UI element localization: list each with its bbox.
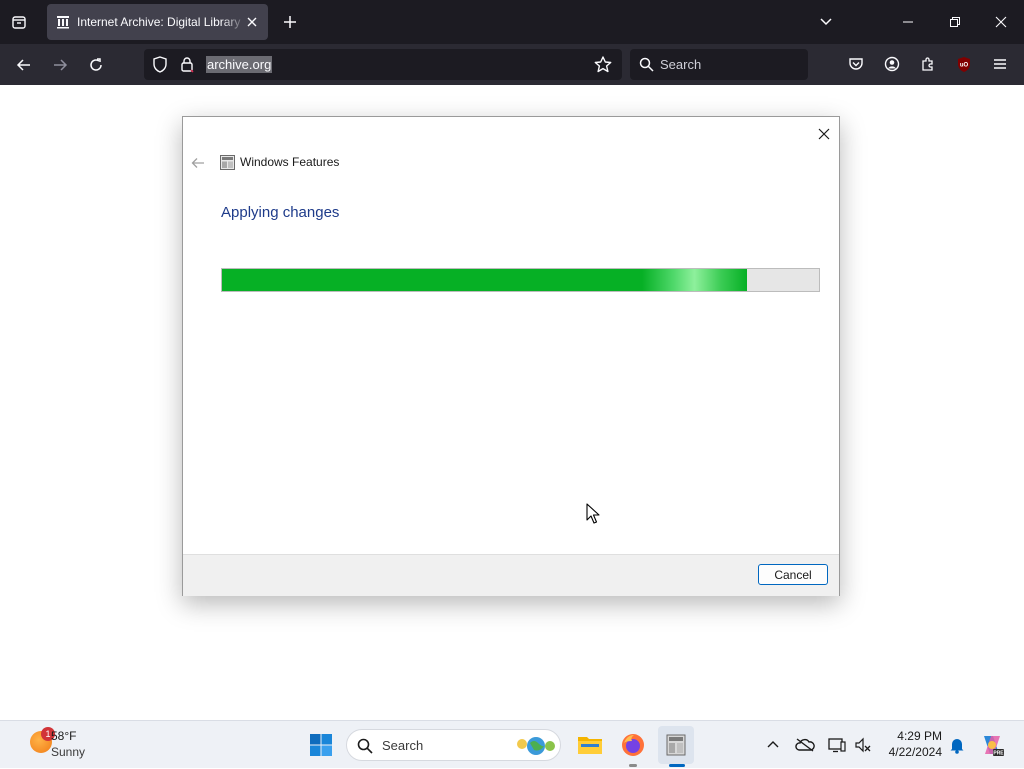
folder-icon: [578, 737, 602, 754]
progress-bar-fill: [222, 269, 747, 291]
weather-widget[interactable]: 1 58°F Sunny: [10, 721, 100, 769]
archive-favicon-icon: [57, 16, 69, 29]
hamburger-menu-icon: [994, 59, 1006, 69]
onedrive-tray-button[interactable]: [793, 733, 817, 757]
back-button[interactable]: [12, 53, 36, 77]
clock-date[interactable]: 4/22/2024: [880, 745, 942, 759]
account-icon: [884, 56, 900, 72]
extensions-button[interactable]: [917, 53, 939, 75]
plus-icon: [284, 16, 296, 28]
dialog-back-button[interactable]: [189, 154, 207, 172]
forward-button[interactable]: [48, 53, 72, 77]
taskbar-search-box[interactable]: Search: [346, 729, 561, 761]
chevron-up-icon: [767, 741, 779, 748]
windows-features-icon: [220, 155, 235, 170]
reload-button[interactable]: [84, 53, 108, 77]
browser-search-bar[interactable]: Search: [630, 49, 808, 80]
windows-features-icon: [666, 734, 686, 756]
close-icon: [818, 128, 830, 140]
window-close-button[interactable]: [990, 11, 1012, 33]
tab-internet-archive[interactable]: Internet Archive: Digital Library: [47, 4, 268, 40]
mouse-pointer-icon: [586, 503, 600, 524]
taskbar-search-label: Search: [382, 738, 424, 753]
tab-title: Internet Archive: Digital Library: [77, 15, 241, 29]
windows-features-dialog: Windows Features Applying changes Cancel: [182, 116, 840, 596]
dialog-footer: Cancel: [183, 554, 839, 596]
tracking-protection-shield-icon[interactable]: [152, 56, 168, 73]
notifications-button[interactable]: [946, 733, 968, 757]
svg-text:PRE: PRE: [993, 751, 1004, 757]
close-icon: [995, 16, 1007, 28]
bookmark-star-icon[interactable]: [594, 56, 612, 73]
arrow-left-icon: [191, 158, 204, 168]
dialog-close-button[interactable]: [811, 121, 837, 147]
display-icon: [828, 738, 846, 753]
firefox-view-button[interactable]: [8, 11, 30, 33]
weather-condition: Sunny: [51, 745, 86, 759]
copilot-button[interactable]: PRE: [978, 731, 1006, 759]
cancel-button[interactable]: Cancel: [758, 564, 828, 585]
ublock-origin-icon: uO: [958, 57, 970, 72]
restore-button[interactable]: [944, 11, 966, 33]
restore-icon: [950, 17, 960, 27]
url-bar[interactable]: archive.org: [144, 49, 622, 80]
search-highlight-icon: [517, 737, 555, 755]
network-icon: [855, 737, 871, 753]
minimize-icon: [903, 21, 913, 23]
notification-bell-icon: [950, 739, 964, 754]
taskbar: 1 58°F Sunny Search 4:29 PM 4/22/2024 PR…: [0, 720, 1024, 768]
search-icon: [639, 57, 654, 72]
clock-time[interactable]: 4:29 PM: [880, 729, 942, 743]
new-tab-button[interactable]: [279, 11, 301, 33]
copilot-icon: PRE: [984, 736, 1004, 757]
windows-features-taskbar-button[interactable]: [658, 726, 694, 764]
pocket-button[interactable]: [845, 53, 867, 75]
arrow-right-icon: [54, 59, 68, 71]
reload-icon: [90, 58, 102, 71]
show-hidden-icons-button[interactable]: [762, 733, 784, 757]
account-button[interactable]: [881, 53, 903, 75]
display-tray-button[interactable]: [825, 733, 849, 757]
pocket-icon: [849, 58, 863, 70]
weather-temperature: 58°F: [51, 729, 77, 743]
network-volume-tray-button[interactable]: [851, 733, 875, 757]
chevron-down-icon: [820, 18, 832, 26]
ublock-origin-button[interactable]: uO: [953, 53, 975, 75]
list-all-tabs-button[interactable]: [815, 11, 837, 33]
browser-tab-strip: Internet Archive: Digital Library: [0, 0, 1024, 44]
start-button[interactable]: [305, 729, 337, 761]
onedrive-icon: [795, 738, 815, 752]
svg-text:uO: uO: [960, 63, 969, 69]
windows-features-running-indicator: [669, 764, 685, 767]
tab-close-icon[interactable]: [246, 16, 258, 28]
file-explorer-button[interactable]: [574, 729, 606, 761]
firefox-view-icon: [12, 16, 26, 29]
app-menu-button[interactable]: [989, 53, 1011, 75]
progress-bar: [221, 268, 820, 292]
url-text[interactable]: archive.org: [206, 56, 273, 73]
firefox-running-indicator: [629, 764, 637, 767]
firefox-taskbar-button[interactable]: [617, 729, 649, 761]
minimize-button[interactable]: [897, 11, 919, 33]
windows-logo-icon: [310, 734, 332, 756]
firefox-icon: [622, 734, 644, 756]
dialog-heading: Applying changes: [221, 204, 340, 221]
puzzle-piece-icon: [922, 57, 933, 71]
lock-icon[interactable]: [180, 56, 194, 73]
search-icon: [357, 738, 373, 754]
search-placeholder: Search: [660, 57, 702, 72]
dialog-window-title: Windows Features: [240, 155, 340, 169]
arrow-left-icon: [16, 59, 30, 71]
